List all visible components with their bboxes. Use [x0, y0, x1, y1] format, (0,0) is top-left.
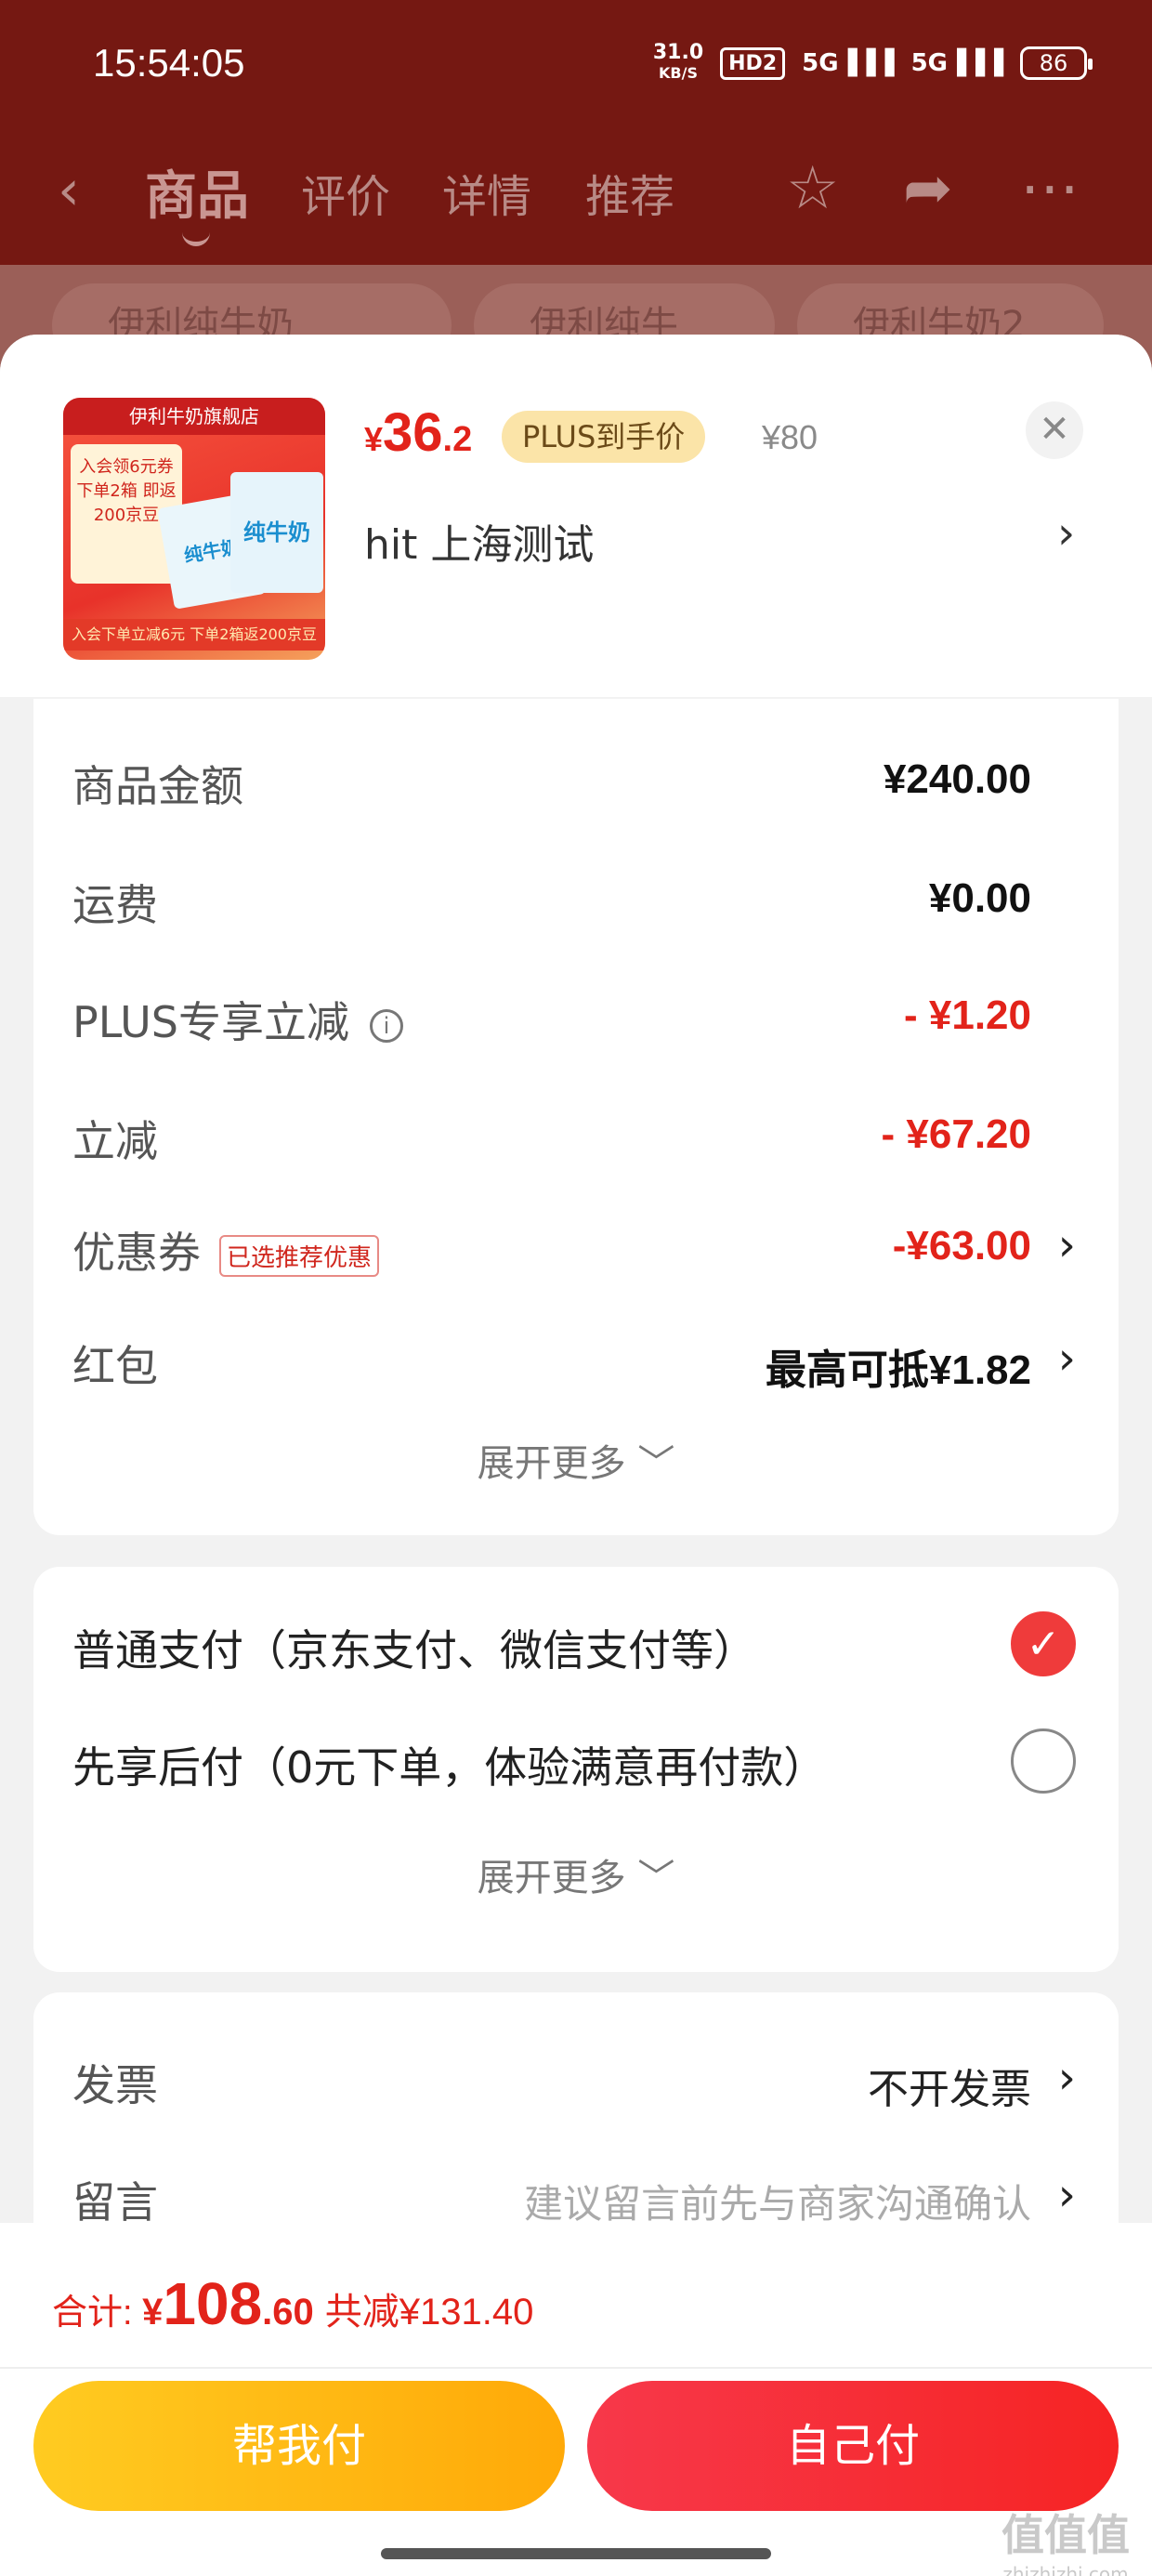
note-label: 留言 — [72, 2177, 158, 2228]
tab-reviews[interactable]: 评价 — [301, 160, 390, 225]
red-packet-row[interactable]: 红包 最高可抵¥1.82 › — [72, 1333, 1076, 1407]
chevron-right-icon[interactable]: › — [1058, 2169, 1076, 2221]
payment-option[interactable]: 普通支付（京东支付、微信支付等） ✓ — [72, 1611, 1076, 1691]
status-time: 15:54:05 — [93, 41, 245, 85]
cost-value: 最高可抵¥1.82 — [765, 1347, 1031, 1393]
cost-row: 立减 - ¥67.20 — [72, 1108, 1076, 1182]
invoice-value: 不开发票 — [868, 2066, 1031, 2113]
delivery-address[interactable]: hit 上海测试 — [364, 511, 594, 571]
price-integer: 36 — [383, 402, 443, 463]
divider — [0, 2367, 1152, 2369]
signal-label-1: 5G — [802, 49, 839, 77]
status-icons: 31.0 KB/S HD2 5G▐▐▐ 5G▐▐▐ 86 — [653, 43, 1093, 84]
app-header: 15:54:05 31.0 KB/S HD2 5G▐▐▐ 5G▐▐▐ 86 ‹ … — [0, 0, 1152, 265]
total-decimal: .60 — [262, 2292, 314, 2333]
price-currency: ¥ — [364, 420, 384, 458]
info-icon[interactable]: i — [369, 1008, 403, 1043]
star-icon[interactable]: ☆ — [786, 154, 839, 223]
chevron-right-icon[interactable]: › — [1058, 1333, 1076, 1385]
status-bar: 15:54:05 31.0 KB/S HD2 5G▐▐▐ 5G▐▐▐ 86 — [0, 37, 1152, 102]
product-header: 伊利牛奶旗舰店 入会领6元券 下单2箱 即返200京豆 纯牛奶 纯牛奶 入会下单… — [0, 335, 1152, 697]
coupon-tag: 已选推荐优惠 — [219, 1235, 380, 1277]
cost-row: PLUS专享立减 i - ¥1.20 — [72, 989, 1076, 1063]
chevron-right-icon[interactable]: › — [1058, 2052, 1076, 2104]
cost-row: 商品金额 ¥240.00 — [72, 753, 1076, 827]
note-placeholder[interactable]: 建议留言前先与商家沟通确认 — [524, 2173, 1031, 2229]
expand-more-button[interactable]: 展开更多 ﹀ — [33, 1433, 1119, 1487]
coupon-row[interactable]: 优惠券 已选推荐优惠 -¥63.00 › — [72, 1219, 1076, 1294]
net-speed-value: 31.0 — [652, 41, 704, 64]
signal-label-2: 5G — [910, 49, 948, 77]
share-icon[interactable]: ➦ — [903, 154, 953, 223]
product-image: 伊利牛奶旗舰店 入会领6元券 下单2箱 即返200京豆 纯牛奶 纯牛奶 入会下单… — [63, 398, 325, 660]
total-saved: 共减¥131.40 — [324, 2292, 534, 2333]
cost-value: - ¥1.20 — [904, 992, 1031, 1038]
cost-label: PLUS专享立减 i — [72, 989, 403, 1050]
plus-price-badge: PLUS到手价 — [502, 411, 706, 463]
price-decimal: .2 — [442, 420, 473, 459]
self-pay-button[interactable]: 自己付 — [587, 2381, 1119, 2511]
net-speed-unit: KB/S — [659, 64, 698, 82]
hd-icon: HD2 — [720, 46, 786, 80]
cost-value: -¥63.00 — [892, 1223, 1031, 1268]
thumb-milk-box: 纯牛奶 — [230, 472, 323, 593]
cost-label: 红包 — [72, 1341, 158, 1391]
cost-label: 运费 — [72, 880, 158, 930]
help-pay-button[interactable]: 帮我付 — [33, 2381, 565, 2511]
cost-row: 运费 ¥0.00 — [72, 872, 1076, 946]
expand-more-button[interactable]: 展开更多 ﹀ — [33, 1847, 1119, 1901]
radio-unchecked-icon[interactable] — [1011, 1728, 1076, 1794]
total-label: 合计: — [52, 2293, 143, 2333]
watermark-sub: zhizhizhi.com — [1002, 2563, 1129, 2576]
product-price: ¥36.2 — [364, 401, 472, 464]
payment-method-card: 普通支付（京东支付、微信支付等） ✓ 先享后付（0元下单，体验满意再付款） 展开… — [33, 1567, 1119, 1972]
more-icon[interactable]: ⋯ — [1020, 154, 1080, 223]
home-indicator[interactable] — [381, 2548, 771, 2559]
coupon-label: 优惠券 — [72, 1228, 201, 1278]
checkout-footer: 合计: ¥108.60 共减¥131.40 帮我付 自己付 值值值 zhizhizh… — [0, 2223, 1152, 2576]
thumb-promo-footer: 入会下单立减6元 下单2箱返200京豆 — [63, 619, 325, 651]
chevron-right-icon[interactable]: › — [1057, 507, 1075, 559]
invoice-row[interactable]: 发票 不开发票 › — [72, 2052, 1076, 2126]
close-icon[interactable]: ✕ — [1026, 401, 1083, 459]
order-total: 合计: ¥108.60 共减¥131.40 — [52, 2269, 533, 2338]
cost-value: - ¥67.20 — [881, 1111, 1031, 1157]
tab-details[interactable]: 详情 — [442, 160, 531, 225]
cost-value: ¥0.00 — [928, 875, 1031, 921]
tab-recommend[interactable]: 推荐 — [585, 160, 674, 225]
cost-label: 优惠券 已选推荐优惠 — [72, 1219, 380, 1281]
payment-option-label: 普通支付（京东支付、微信支付等） — [72, 1625, 756, 1676]
chevron-right-icon[interactable]: › — [1058, 1219, 1076, 1271]
tab-product[interactable]: 商品 — [145, 154, 249, 246]
cost-label: 立减 — [72, 1116, 158, 1166]
signal-icon: 5G▐▐▐ — [802, 49, 895, 77]
battery-icon: 86 — [1020, 46, 1093, 80]
cost-label: 商品金额 — [72, 761, 243, 811]
original-price: ¥80 — [762, 418, 818, 456]
payment-option[interactable]: 先享后付（0元下单，体验满意再付款） — [72, 1728, 1076, 1808]
total-currency: ¥ — [142, 2292, 164, 2333]
watermark-main: 值值值 — [1001, 2510, 1130, 2560]
plus-discount-label: PLUS专享立减 — [72, 997, 349, 1047]
cost-value: ¥240.00 — [883, 756, 1031, 802]
back-icon[interactable]: ‹ — [58, 158, 80, 223]
invoice-label: 发票 — [72, 2060, 158, 2110]
thumb-store-name: 伊利牛奶旗舰店 — [63, 398, 325, 435]
radio-checked-icon[interactable]: ✓ — [1011, 1611, 1076, 1676]
watermark-logo: 值值值 zhizhizhi.com — [1001, 2502, 1130, 2576]
signal-icon-2: 5G▐▐▐ — [910, 49, 1003, 77]
total-integer: 108 — [163, 2270, 263, 2337]
cost-breakdown-card: 商品金额 ¥240.00 运费 ¥0.00 PLUS专享立减 i - ¥1.20 … — [33, 699, 1119, 1535]
payment-option-label: 先享后付（0元下单，体验满意再付款） — [72, 1742, 827, 1793]
top-nav: ‹ 商品 评价 详情 推荐 ☆ ➦ ⋯ — [0, 139, 1152, 246]
net-speed: 31.0 KB/S — [653, 43, 703, 84]
